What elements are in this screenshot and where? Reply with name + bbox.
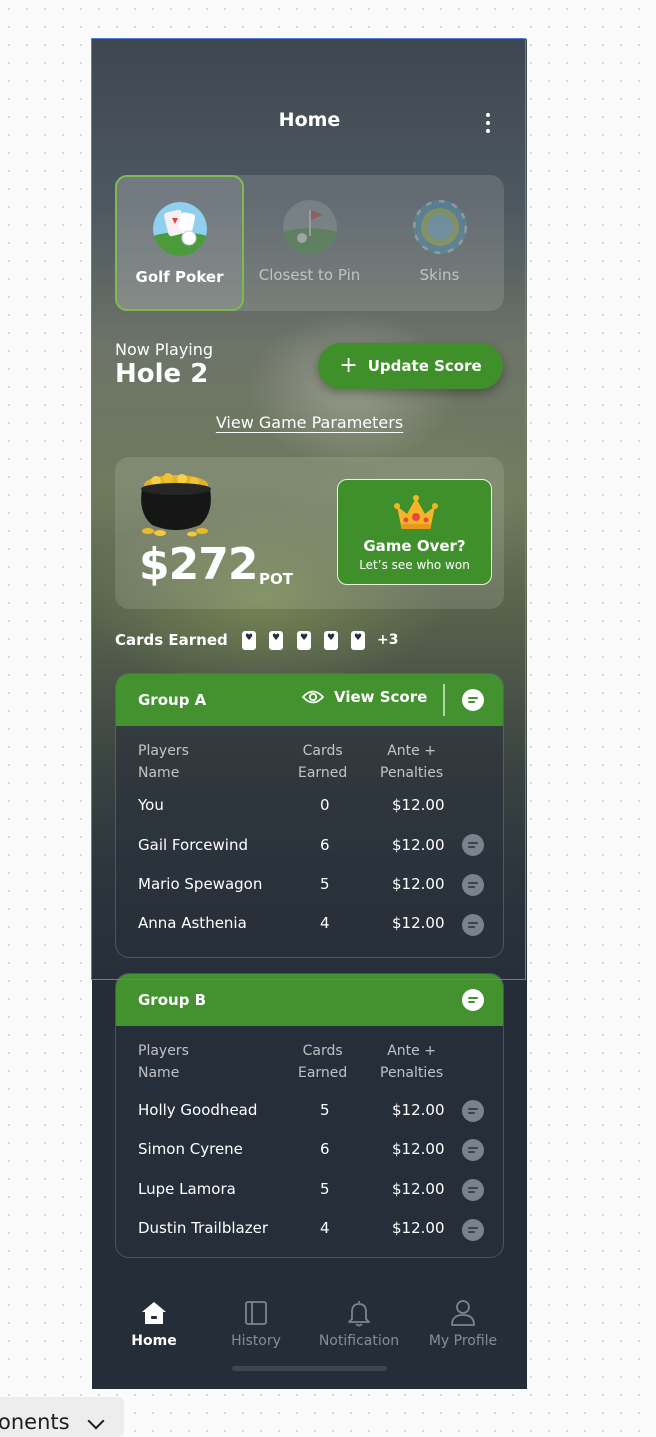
chat-icon[interactable] — [462, 1179, 484, 1201]
home-indicator — [232, 1366, 387, 1371]
home-icon — [142, 1302, 166, 1324]
bell-icon — [348, 1301, 370, 1327]
profile-icon — [451, 1300, 475, 1326]
nav-history[interactable]: History — [206, 1284, 306, 1349]
group-name: Group B — [138, 991, 207, 1009]
card-icon — [324, 631, 338, 650]
page-title: Home — [278, 109, 341, 131]
col-header-cards: Cards Earned — [298, 743, 348, 781]
player-name: Simon Cyrene — [138, 1140, 243, 1158]
cards-earned-value: 4 — [320, 914, 330, 932]
player-name: Anna Asthenia — [138, 914, 247, 932]
card-icon — [269, 631, 283, 650]
card-icon — [242, 631, 256, 650]
card-icon — [297, 631, 311, 650]
tab-label: Closest to Pin — [258, 266, 361, 284]
current-hole: Hole 2 — [115, 359, 209, 389]
chat-icon[interactable] — [462, 1139, 484, 1161]
closest-to-pin-icon — [282, 200, 337, 254]
plus-icon: + — [339, 353, 358, 378]
skins-chip-icon — [412, 200, 467, 254]
update-score-button[interactable]: + Update Score — [318, 343, 503, 389]
phone-screen: Home Golf Poker Closest to Pin Skins Now… — [92, 39, 527, 1389]
player-name: Mario Spewagon — [138, 875, 263, 893]
game-over-button[interactable]: Game Over? Let’s see who won — [337, 479, 492, 585]
view-score-button[interactable]: View Score — [302, 688, 427, 706]
cards-earned-value: 5 — [320, 875, 330, 893]
chat-icon[interactable] — [462, 914, 484, 936]
view-game-parameters-link[interactable]: View Game Parameters — [92, 413, 527, 432]
cards-earned-value: 6 — [320, 1140, 330, 1158]
tab-closest-to-pin[interactable]: Closest to Pin — [245, 175, 374, 311]
col-header-ante: Ante + Penalties — [380, 743, 444, 781]
pot-label: POT — [259, 570, 293, 588]
tab-skins[interactable]: Skins — [375, 175, 504, 311]
now-playing-label: Now Playing — [115, 340, 214, 359]
group-header: Group B — [116, 974, 503, 1026]
crown-icon — [394, 495, 438, 529]
cards-earned-value: 6 — [320, 836, 330, 854]
col-header-name: Players Name — [138, 743, 189, 781]
col-header-cards: Cards Earned — [298, 1043, 348, 1081]
pot-of-gold-icon — [141, 473, 211, 537]
col-header-name: Players Name — [138, 1043, 189, 1081]
cards-earned-value: 5 — [320, 1101, 330, 1119]
eye-icon — [302, 690, 324, 704]
nav-my-profile[interactable]: My Profile — [413, 1284, 513, 1349]
more-options-icon[interactable] — [478, 111, 498, 135]
ante-value: $12.00 — [392, 796, 445, 814]
group-chat-icon[interactable] — [462, 689, 484, 711]
ante-value: $12.00 — [392, 1180, 445, 1198]
ante-value: $12.00 — [392, 914, 445, 932]
group-a-card: Group A View Score Players Name Cards Earn… — [115, 673, 504, 958]
player-name: You — [138, 796, 164, 814]
ante-value: $12.00 — [392, 836, 445, 854]
tab-golf-poker[interactable]: Golf Poker — [115, 175, 244, 311]
cards-earned-label: Cards Earned — [115, 631, 228, 649]
game-type-tabs: Golf Poker Closest to Pin Skins — [115, 175, 504, 311]
tab-label: Golf Poker — [135, 268, 224, 286]
player-name: Holly Goodhead — [138, 1101, 258, 1119]
group-name: Group A — [138, 691, 207, 709]
bottom-nav: Home History Notification My Profile — [92, 1284, 527, 1389]
cards-earned-value: 4 — [320, 1219, 330, 1237]
ante-value: $12.00 — [392, 1219, 445, 1237]
card-icon — [351, 631, 365, 650]
player-name: Lupe Lamora — [138, 1180, 236, 1198]
chat-icon[interactable] — [462, 834, 484, 856]
nav-home[interactable]: Home — [104, 1284, 204, 1349]
player-name: Gail Forcewind — [138, 836, 248, 854]
nav-notification[interactable]: Notification — [309, 1284, 409, 1349]
chat-icon[interactable] — [462, 1100, 484, 1122]
player-name: Dustin Trailblazer — [138, 1219, 268, 1237]
cards-earned-value: 5 — [320, 1180, 330, 1198]
ante-value: $12.00 — [392, 1101, 445, 1119]
history-icon — [245, 1301, 267, 1325]
group-header: Group A View Score — [116, 674, 503, 726]
chat-icon[interactable] — [462, 874, 484, 896]
group-b-card: Group B Players Name Cards Earned Ante + Pe… — [115, 973, 504, 1258]
chevron-down-icon — [87, 1412, 105, 1430]
game-over-subtitle: Let’s see who won — [359, 558, 470, 572]
pot-amount: $272 — [139, 539, 258, 590]
components-panel-tab[interactable]: onents — [0, 1397, 124, 1437]
game-over-title: Game Over? — [363, 537, 466, 555]
tab-label: Skins — [419, 266, 460, 284]
chat-icon[interactable] — [462, 1219, 484, 1241]
golf-poker-icon — [152, 202, 207, 256]
cards-earned-value: 0 — [320, 796, 330, 814]
ante-value: $12.00 — [392, 1140, 445, 1158]
group-chat-icon[interactable] — [462, 989, 484, 1011]
col-header-ante: Ante + Penalties — [380, 1043, 444, 1081]
cards-more-count: +3 — [377, 632, 399, 648]
ante-value: $12.00 — [392, 875, 445, 893]
